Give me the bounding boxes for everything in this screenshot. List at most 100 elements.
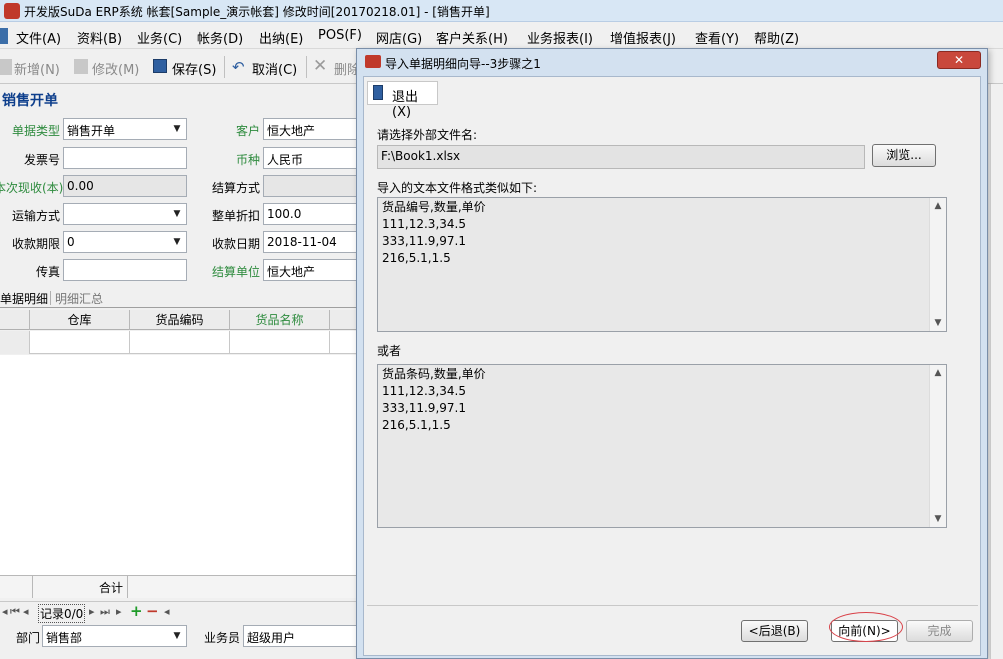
chevron-down-icon[interactable]: ▼ — [169, 205, 185, 223]
chevron-down-icon[interactable]: ▼ — [169, 627, 185, 645]
scrollbar[interactable]: ▲ ▼ — [929, 198, 946, 331]
currency-label: 币种 — [236, 153, 261, 167]
unit-field[interactable]: 恒大地产 — [263, 259, 359, 281]
menu-vas-reports[interactable]: 增值报表(J) — [610, 28, 676, 47]
scroll-up-icon[interactable]: ▲ — [930, 365, 946, 381]
finish-button[interactable]: 完成 — [906, 620, 973, 642]
format-sample-textarea[interactable]: 货品编号,数量,单价 111,12.3,34.5 333,11.9,97.1 2… — [377, 197, 947, 332]
clerk-field[interactable]: 超级用户 — [243, 625, 359, 647]
menu-reports[interactable]: 业务报表(I) — [527, 28, 593, 47]
prev-record-icon[interactable]: ◂ — [23, 605, 29, 618]
browse-button[interactable]: 浏览... — [872, 144, 936, 167]
grid-cell[interactable] — [30, 331, 130, 354]
delete-icon: ✕ — [313, 56, 328, 76]
customer-field[interactable]: 恒大地产 — [263, 118, 359, 140]
dept-select[interactable]: 销售部 ▼ — [42, 625, 187, 647]
fax-label: 传真 — [36, 265, 61, 279]
menu-pos[interactable]: POS(F) — [318, 28, 362, 43]
skip-icon[interactable]: ▸ — [116, 605, 122, 618]
menu-view[interactable]: 查看(Y) — [695, 28, 739, 47]
format-label: 导入的文本文件格式类似如下: — [377, 181, 538, 195]
back-button[interactable]: <后退(B) — [741, 620, 808, 642]
new-button[interactable]: 新增(N) — [14, 59, 60, 78]
tab-detail[interactable]: 单据明细 — [0, 290, 48, 307]
settle-field[interactable] — [263, 175, 359, 197]
toolbar-separator — [224, 56, 225, 78]
column-header[interactable]: 货品名称 — [230, 310, 330, 330]
dept-label: 部门 — [16, 631, 41, 645]
edit-button[interactable]: 修改(M) — [92, 59, 139, 78]
table-row[interactable] — [0, 331, 360, 354]
chevron-down-icon[interactable]: ▼ — [169, 233, 185, 251]
save-button[interactable]: 保存(S) — [172, 59, 216, 78]
scroll-up-icon[interactable]: ▲ — [930, 198, 946, 214]
grid-body — [0, 355, 360, 575]
doc-type-label: 单据类型 — [12, 124, 61, 138]
transport-label: 运输方式 — [12, 209, 61, 223]
clerk-label: 业务员 — [204, 631, 241, 645]
save-icon — [153, 59, 167, 73]
remove-row-icon[interactable]: − — [146, 602, 159, 620]
undo-icon: ↶ — [232, 58, 245, 76]
add-row-icon[interactable]: + — [130, 602, 143, 620]
grid-cell[interactable] — [130, 331, 230, 354]
right-edge-panel — [990, 84, 1003, 659]
close-icon[interactable]: ✕ — [937, 51, 981, 69]
menu-data[interactable]: 资料(B) — [77, 28, 122, 47]
grid-corner — [0, 310, 30, 330]
menu-business[interactable]: 业务(C) — [137, 28, 182, 47]
choose-file-label: 请选择外部文件名: — [377, 128, 478, 142]
dialog-title: 导入单据明细向导--3步骤之1 — [385, 57, 541, 71]
chevron-down-icon[interactable]: ▼ — [169, 120, 185, 138]
menu-cashier[interactable]: 出纳(E) — [259, 28, 303, 47]
menu-bar: 文件(A) 资料(B) 业务(C) 帐务(D) 出纳(E) POS(F) 网店(… — [0, 23, 1003, 49]
transport-select[interactable]: ▼ — [63, 203, 187, 225]
record-counter: 记录0/0 — [38, 604, 86, 623]
window-title: 开发版SuDa ERP系统 帐套[Sample_演示帐套] 修改时间[20170… — [24, 5, 490, 19]
scroll-down-icon[interactable]: ▼ — [930, 315, 946, 331]
barcode-sample-textarea[interactable]: 货品条码,数量,单价 111,12.3,34.5 333,11.9,97.1 2… — [377, 364, 947, 528]
nav-left-icon[interactable]: ◂ — [2, 605, 8, 618]
exit-button[interactable]: 退出(X) — [367, 81, 438, 120]
highlight-circle — [829, 612, 903, 642]
discount-label: 整单折扣 — [212, 209, 261, 223]
menu-help[interactable]: 帮助(Z) — [754, 28, 799, 47]
dialog-divider — [367, 605, 978, 606]
currency-field[interactable]: 人民币 — [263, 147, 359, 169]
tab-summary[interactable]: 明细汇总 — [55, 290, 103, 307]
date-field[interactable]: 2018-11-04 — [263, 231, 359, 253]
column-header[interactable]: 仓库 — [30, 310, 130, 330]
row-indicator — [0, 331, 30, 354]
term-label: 收款期限 — [12, 237, 61, 251]
new-icon — [0, 59, 12, 75]
invoice-label: 发票号 — [24, 153, 61, 167]
grid-header: 仓库 货品编码 货品名称 — [0, 310, 360, 330]
exit-label: 退出(X) — [392, 90, 419, 120]
received-label: 本次现收(本) — [0, 181, 64, 195]
door-icon — [373, 85, 383, 100]
menu-webshop[interactable]: 网店(G) — [376, 28, 422, 47]
scroll-down-icon[interactable]: ▼ — [930, 511, 946, 527]
menu-file[interactable]: 文件(A) — [16, 28, 61, 47]
discount-field[interactable]: 100.0 — [263, 203, 359, 225]
grid-cell[interactable] — [230, 331, 330, 354]
edit-icon — [74, 59, 88, 74]
first-record-icon[interactable]: ⏮ — [10, 605, 20, 619]
toolbar-separator — [306, 56, 307, 78]
next-record-icon[interactable]: ▸ — [89, 605, 95, 618]
invoice-field[interactable] — [63, 147, 187, 169]
last-record-icon[interactable]: ⏭ — [100, 605, 110, 619]
menu-accounts[interactable]: 帐务(D) — [197, 28, 243, 47]
term-select[interactable]: 0 ▼ — [63, 231, 187, 253]
file-path-field[interactable]: F:\Book1.xlsx — [377, 145, 865, 169]
column-header[interactable]: 货品编码 — [130, 310, 230, 330]
app-icon — [4, 3, 20, 19]
cancel-button[interactable]: 取消(C) — [252, 59, 297, 78]
doc-type-select[interactable]: 销售开单 ▼ — [63, 118, 187, 140]
import-wizard-dialog: 导入单据明细向导--3步骤之1 ✕ 退出(X) 请选择外部文件名: F:\Boo… — [356, 48, 988, 659]
menu-crm[interactable]: 客户关系(H) — [436, 28, 508, 47]
scrollbar[interactable]: ▲ ▼ — [929, 365, 946, 527]
record-navigator: ◂ ⏮ ◂ 记录0/0 ▸ ⏭ ▸ + − ◂ — [0, 601, 360, 623]
fax-field[interactable] — [63, 259, 187, 281]
scroll-left-icon[interactable]: ◂ — [164, 605, 170, 618]
